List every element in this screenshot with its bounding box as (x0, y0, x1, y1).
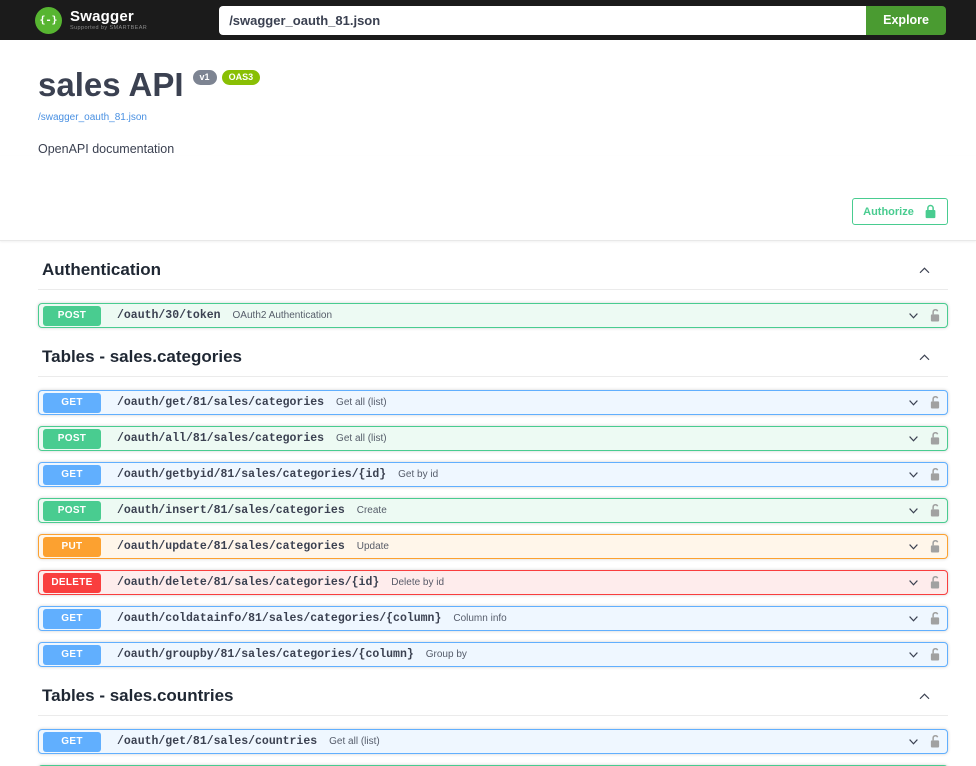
section-header[interactable]: Tables - sales.countries (38, 678, 948, 716)
section-header[interactable]: Authentication (38, 252, 948, 290)
endpoint-description: Get all (list) (329, 736, 380, 747)
endpoint-row[interactable]: GET /oauth/get/81/sales/countries Get al… (38, 729, 948, 754)
endpoint-description: Delete by id (391, 577, 445, 588)
scheme-container: Authorize (0, 156, 976, 241)
lock-open-icon[interactable] (929, 647, 941, 662)
endpoint-row[interactable]: PUT /oauth/update/81/sales/categories Up… (38, 534, 948, 559)
logo-tagline: Supported by SMARTBEAR (70, 24, 148, 31)
chevron-down-icon[interactable] (907, 396, 920, 409)
endpoint-description: Update (356, 541, 389, 552)
topbar: {-} Swagger Supported by SMARTBEAR Explo… (0, 0, 976, 40)
endpoint-description: Get by id (398, 469, 439, 480)
method-badge: DELETE (43, 572, 101, 593)
endpoint-row[interactable]: GET /oauth/getbyid/81/sales/categories/{… (38, 462, 948, 487)
page-title: sales API (38, 66, 184, 103)
endpoint-path: /oauth/get/81/sales/countries (117, 735, 318, 748)
endpoint-row[interactable]: DELETE /oauth/delete/81/sales/categories… (38, 570, 948, 595)
logo-title: Swagger (70, 7, 134, 25)
endpoint-path: /oauth/30/token (117, 309, 221, 322)
endpoint-row[interactable]: GET /oauth/groupby/81/sales/categories/{… (38, 642, 948, 667)
endpoint-path: /oauth/delete/81/sales/categories/{id} (117, 576, 380, 589)
method-badge: GET (43, 464, 101, 485)
explore-button[interactable]: Explore (866, 5, 946, 35)
section-title: Tables - sales.categories (42, 347, 243, 366)
endpoint-row[interactable]: POST /oauth/30/token OAuth2 Authenticati… (38, 303, 948, 328)
section-title: Tables - sales.countries (42, 686, 234, 705)
endpoint-path: /oauth/coldatainfo/81/sales/categories/{… (117, 612, 442, 625)
api-section: Tables - sales.categories GET /oauth/get… (38, 339, 948, 667)
section-operations: GET /oauth/get/81/sales/categories Get a… (38, 390, 948, 667)
chevron-up-icon[interactable] (917, 263, 932, 278)
chevron-down-icon[interactable] (907, 735, 920, 748)
section-header[interactable]: Tables - sales.categories (38, 339, 948, 377)
spec-link[interactable]: /swagger_oauth_81.json (38, 112, 147, 123)
endpoint-description: Get all (list) (336, 397, 387, 408)
chevron-down-icon[interactable] (907, 309, 920, 322)
method-badge: POST (43, 428, 101, 449)
endpoint-description: Column info (453, 613, 507, 624)
chevron-down-icon[interactable] (907, 612, 920, 625)
endpoint-row[interactable]: GET /oauth/get/81/sales/categories Get a… (38, 390, 948, 415)
endpoint-path: /oauth/getbyid/81/sales/categories/{id} (117, 468, 387, 481)
lock-open-icon[interactable] (929, 503, 941, 518)
endpoint-row[interactable]: GET /oauth/coldatainfo/81/sales/categori… (38, 606, 948, 631)
api-section: Authentication POST /oauth/30/token OAut… (38, 252, 948, 328)
api-description: OpenAPI documentation (38, 142, 175, 156)
version-badge: v1 (192, 70, 217, 85)
endpoint-description: OAuth2 Authentication (232, 310, 333, 321)
authorize-label: Authorize (863, 205, 914, 218)
section-operations: GET /oauth/get/81/sales/countries Get al… (38, 729, 948, 766)
api-section: Tables - sales.countries GET /oauth/get/… (38, 678, 948, 766)
chevron-up-icon[interactable] (917, 689, 932, 704)
lock-open-icon[interactable] (929, 308, 941, 323)
endpoint-description: Create (356, 505, 387, 516)
lock-open-icon[interactable] (929, 395, 941, 410)
oas3-badge: OAS3 (221, 70, 261, 85)
endpoint-path: /oauth/all/81/sales/categories (117, 432, 325, 445)
authorize-button[interactable]: Authorize (852, 198, 948, 225)
spec-url-form: Explore (219, 5, 946, 35)
lock-open-icon[interactable] (929, 734, 941, 749)
section-title: Authentication (42, 260, 161, 279)
method-badge: POST (43, 305, 101, 326)
method-badge: PUT (43, 536, 101, 557)
method-badge: GET (43, 392, 101, 413)
lock-open-icon[interactable] (929, 539, 941, 554)
endpoint-description: Group by (425, 649, 467, 660)
method-badge: POST (43, 500, 101, 521)
api-info: sales API v1 OAS3 /swagger_oauth_81.json… (0, 40, 976, 156)
endpoint-row[interactable]: POST /oauth/all/81/sales/categories Get … (38, 426, 948, 451)
operations-list: Authentication POST /oauth/30/token OAut… (0, 241, 976, 766)
spec-url-input[interactable] (219, 5, 867, 35)
chevron-up-icon[interactable] (917, 350, 932, 365)
chevron-down-icon[interactable] (907, 504, 920, 517)
lock-open-icon[interactable] (929, 575, 941, 590)
method-badge: GET (43, 608, 101, 629)
swagger-logo-icon: {-} (35, 6, 62, 34)
endpoint-path: /oauth/update/81/sales/categories (117, 540, 345, 553)
endpoint-path: /oauth/groupby/81/sales/categories/{colu… (117, 648, 414, 661)
endpoint-path: /oauth/insert/81/sales/categories (117, 504, 345, 517)
chevron-down-icon[interactable] (907, 540, 920, 553)
lock-closed-icon (924, 204, 937, 219)
endpoint-row[interactable]: POST /oauth/insert/81/sales/categories C… (38, 498, 948, 523)
chevron-down-icon[interactable] (907, 576, 920, 589)
lock-open-icon[interactable] (929, 431, 941, 446)
method-badge: GET (43, 731, 101, 752)
section-operations: POST /oauth/30/token OAuth2 Authenticati… (38, 303, 948, 328)
chevron-down-icon[interactable] (907, 432, 920, 445)
chevron-down-icon[interactable] (907, 468, 920, 481)
chevron-down-icon[interactable] (907, 648, 920, 661)
method-badge: GET (43, 644, 101, 665)
lock-open-icon[interactable] (929, 467, 941, 482)
endpoint-description: Get all (list) (336, 433, 387, 444)
lock-open-icon[interactable] (929, 611, 941, 626)
endpoint-path: /oauth/get/81/sales/categories (117, 396, 325, 409)
swagger-logo[interactable]: {-} Swagger Supported by SMARTBEAR (35, 6, 148, 34)
